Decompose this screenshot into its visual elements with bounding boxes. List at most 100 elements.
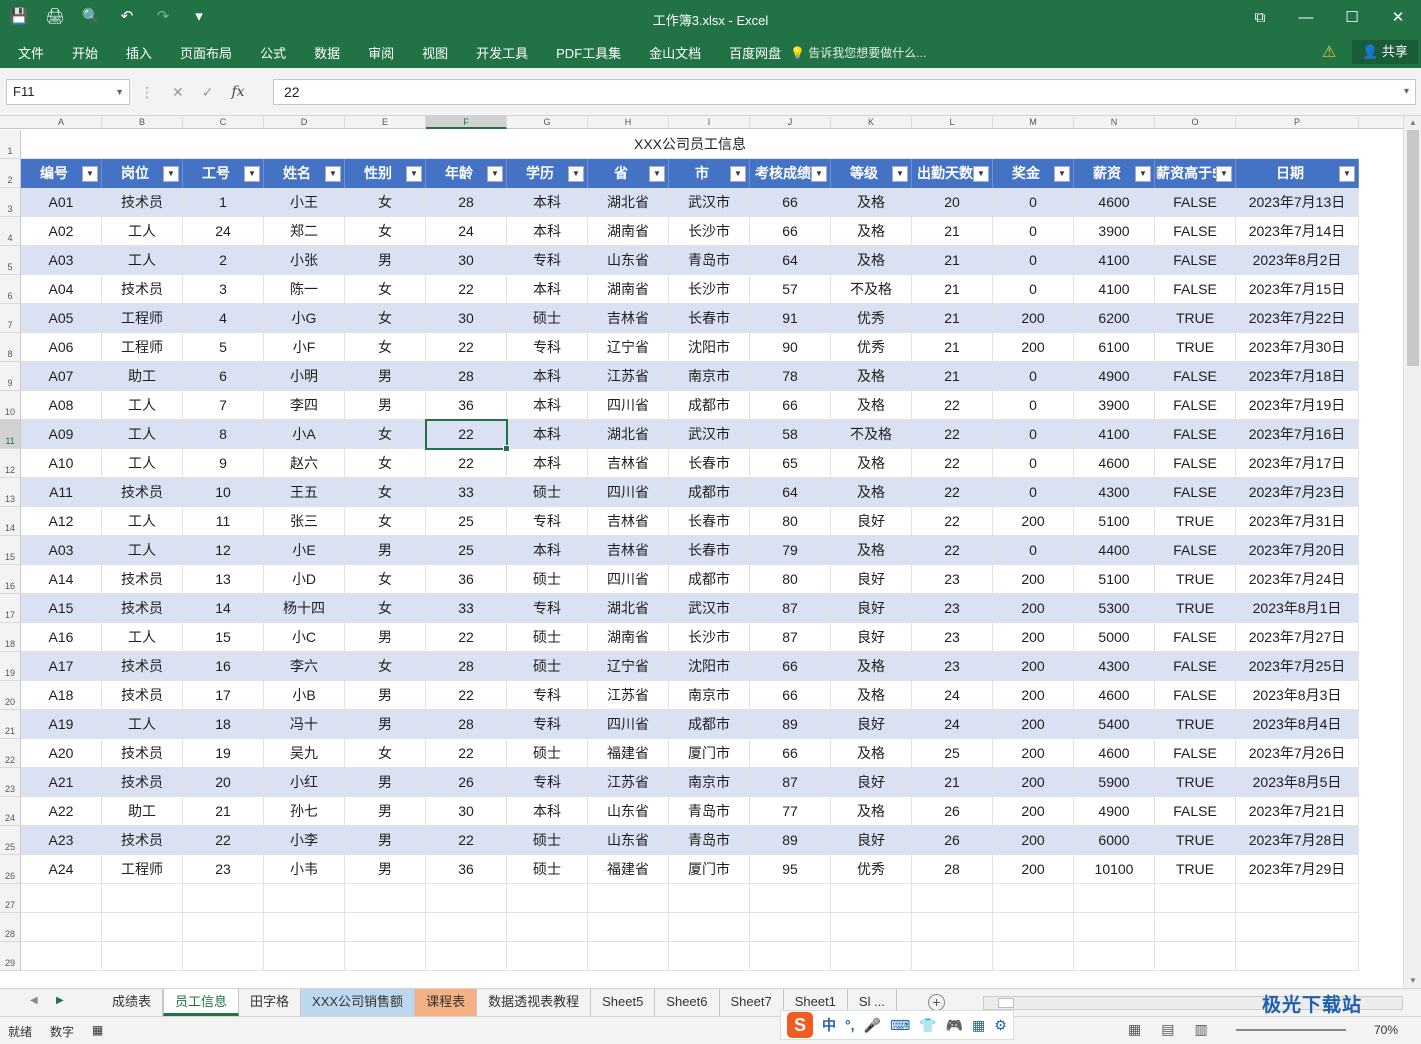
column-header[interactable]: H xyxy=(588,116,669,129)
table-cell[interactable]: 工程师 xyxy=(102,855,183,884)
table-cell[interactable]: 男 xyxy=(345,623,426,652)
table-cell[interactable]: 成都市 xyxy=(669,478,750,507)
table-cell[interactable]: 22 xyxy=(912,420,993,449)
table-cell[interactable]: 四川省 xyxy=(588,391,669,420)
table-cell[interactable]: 10100 xyxy=(1074,855,1155,884)
table-cell[interactable]: A01 xyxy=(21,188,102,217)
table-cell[interactable]: 及格 xyxy=(831,739,912,768)
table-cell[interactable]: 女 xyxy=(345,507,426,536)
table-cell[interactable]: 专科 xyxy=(507,768,588,797)
filter-dropdown-icon[interactable]: ▼ xyxy=(487,166,503,182)
table-cell[interactable]: A23 xyxy=(21,826,102,855)
empty-cell[interactable] xyxy=(21,913,102,942)
table-cell[interactable]: 6 xyxy=(183,362,264,391)
ribbon-tab[interactable]: 百度网盘 xyxy=(715,43,795,62)
table-cell[interactable]: 28 xyxy=(426,188,507,217)
column-header[interactable]: B xyxy=(102,116,183,129)
table-cell[interactable]: 女 xyxy=(345,217,426,246)
table-cell[interactable]: FALSE xyxy=(1155,623,1236,652)
table-cell[interactable]: 工人 xyxy=(102,246,183,275)
column-header[interactable]: C xyxy=(183,116,264,129)
empty-cell[interactable] xyxy=(264,913,345,942)
table-cell[interactable]: 小C xyxy=(264,623,345,652)
table-cell[interactable]: FALSE xyxy=(1155,420,1236,449)
table-cell[interactable]: 小红 xyxy=(264,768,345,797)
table-cell[interactable]: 4300 xyxy=(1074,478,1155,507)
table-cell[interactable]: 78 xyxy=(750,362,831,391)
table-cell[interactable]: 青岛市 xyxy=(669,797,750,826)
table-cell[interactable]: 技术员 xyxy=(102,188,183,217)
ribbon-tab[interactable]: PDF工具集 xyxy=(542,43,635,62)
column-header[interactable]: G xyxy=(507,116,588,129)
table-cell[interactable]: 0 xyxy=(993,188,1074,217)
table-cell[interactable]: 3900 xyxy=(1074,391,1155,420)
table-cell[interactable]: 本科 xyxy=(507,217,588,246)
table-cell[interactable]: 4600 xyxy=(1074,681,1155,710)
table-header-cell[interactable]: 等级 ▼ xyxy=(831,159,912,188)
table-cell[interactable]: 成都市 xyxy=(669,565,750,594)
table-cell[interactable]: 小韦 xyxy=(264,855,345,884)
table-cell[interactable]: 77 xyxy=(750,797,831,826)
table-cell[interactable]: 工人 xyxy=(102,507,183,536)
table-cell[interactable]: 2023年7月20日 xyxy=(1236,536,1359,565)
table-cell[interactable]: A07 xyxy=(21,362,102,391)
table-cell[interactable]: 8 xyxy=(183,420,264,449)
table-cell[interactable]: 助工 xyxy=(102,797,183,826)
filter-dropdown-icon[interactable]: ▼ xyxy=(892,166,908,182)
table-cell[interactable]: 57 xyxy=(750,275,831,304)
column-header[interactable]: F xyxy=(426,116,507,129)
table-cell[interactable]: 福建省 xyxy=(588,855,669,884)
table-cell[interactable]: 22 xyxy=(426,826,507,855)
next-sheet-icon[interactable]: ▶ xyxy=(56,995,64,1006)
table-cell[interactable]: 工人 xyxy=(102,710,183,739)
empty-cell[interactable] xyxy=(1155,884,1236,913)
table-cell[interactable]: 良好 xyxy=(831,623,912,652)
table-cell[interactable]: 5100 xyxy=(1074,507,1155,536)
ime-punct-icon[interactable]: °, xyxy=(845,1017,855,1033)
table-cell[interactable]: 79 xyxy=(750,536,831,565)
table-cell[interactable]: 江苏省 xyxy=(588,681,669,710)
table-cell[interactable]: FALSE xyxy=(1155,449,1236,478)
table-cell[interactable]: 0 xyxy=(993,536,1074,565)
empty-cell[interactable] xyxy=(345,884,426,913)
table-cell[interactable]: 2023年7月31日 xyxy=(1236,507,1359,536)
table-cell[interactable]: 25 xyxy=(426,507,507,536)
table-cell[interactable]: 及格 xyxy=(831,681,912,710)
table-header-cell[interactable]: 年龄 ▼ xyxy=(426,159,507,188)
table-cell[interactable]: 四川省 xyxy=(588,710,669,739)
table-cell[interactable]: 30 xyxy=(426,797,507,826)
table-cell[interactable]: 3 xyxy=(183,275,264,304)
table-cell[interactable]: 36 xyxy=(426,565,507,594)
column-header[interactable]: J xyxy=(750,116,831,129)
empty-cell[interactable] xyxy=(183,913,264,942)
table-cell[interactable]: 66 xyxy=(750,652,831,681)
table-cell[interactable]: 28 xyxy=(426,362,507,391)
table-cell[interactable]: 李四 xyxy=(264,391,345,420)
filter-dropdown-icon[interactable]: ▼ xyxy=(1339,166,1355,182)
empty-cell[interactable] xyxy=(102,942,183,971)
table-cell[interactable]: 20 xyxy=(912,188,993,217)
table-cell[interactable]: 及格 xyxy=(831,478,912,507)
row-header[interactable]: 25 xyxy=(0,826,21,855)
table-cell[interactable]: 66 xyxy=(750,391,831,420)
table-cell[interactable]: 工人 xyxy=(102,623,183,652)
filter-dropdown-icon[interactable]: ▼ xyxy=(244,166,260,182)
column-header[interactable]: E xyxy=(345,116,426,129)
table-cell[interactable]: 91 xyxy=(750,304,831,333)
table-cell[interactable]: 及格 xyxy=(831,188,912,217)
table-cell[interactable]: 优秀 xyxy=(831,855,912,884)
table-cell[interactable]: 22 xyxy=(912,391,993,420)
table-cell[interactable]: FALSE xyxy=(1155,478,1236,507)
table-cell[interactable]: 24 xyxy=(426,217,507,246)
empty-cell[interactable] xyxy=(1236,913,1359,942)
table-cell[interactable]: 64 xyxy=(750,246,831,275)
table-cell[interactable]: 10 xyxy=(183,478,264,507)
table-cell[interactable]: 22 xyxy=(912,507,993,536)
ime-settings-icon[interactable]: ⚙ xyxy=(994,1017,1007,1034)
table-cell[interactable]: 湖南省 xyxy=(588,275,669,304)
table-header-cell[interactable]: 性别 ▼ xyxy=(345,159,426,188)
formula-input[interactable]: 22 ▾ xyxy=(273,79,1416,105)
empty-cell[interactable] xyxy=(345,942,426,971)
table-cell[interactable]: 硕士 xyxy=(507,652,588,681)
table-cell[interactable]: A03 xyxy=(21,536,102,565)
